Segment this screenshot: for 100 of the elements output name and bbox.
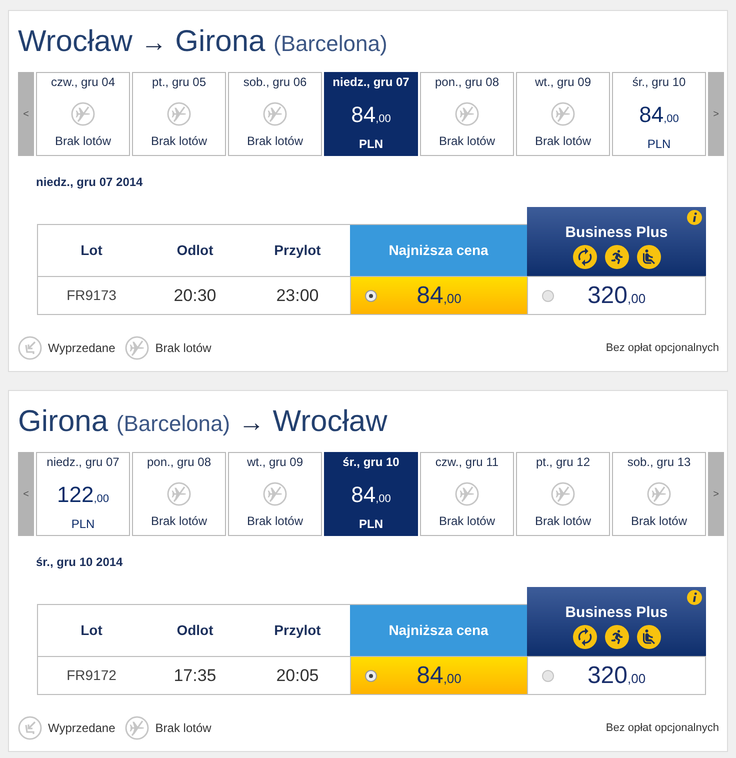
crossed-plane-icon <box>125 336 150 360</box>
fare-price: 320,00 <box>587 284 646 308</box>
fare-price: 84,00 <box>416 284 462 308</box>
column-header: Lot <box>37 604 145 656</box>
next-dates-button[interactable]: > <box>708 452 724 536</box>
no-flights-label: Brak lotów <box>630 514 688 528</box>
arrival-time-cell-text: 23:00 <box>275 284 320 307</box>
legend-label: Wyprzedane <box>48 340 116 357</box>
seated-person-icon <box>636 245 660 269</box>
currency-label: PLN <box>71 517 95 531</box>
fare-header: Najniższa cena <box>350 604 527 656</box>
crossed-plane-icon <box>125 716 150 740</box>
flight-number-cell-text: FR9172 <box>66 666 118 685</box>
currency-label: PLN <box>359 137 383 151</box>
no-flights-label: Brak lotów <box>438 514 496 528</box>
no-flights-label: Brak lotów <box>150 514 208 528</box>
previous-dates-button[interactable]: < <box>18 452 34 536</box>
date-label: wt., gru 09 <box>534 74 592 90</box>
no-flights-label: Brak lotów <box>246 134 304 148</box>
price-label: 84,00 <box>351 489 391 506</box>
running-person-icon <box>604 245 628 269</box>
crossed-plane-icon <box>647 482 671 506</box>
fare-option[interactable]: 84,00 <box>350 657 527 694</box>
date-label: sob., gru 06 <box>243 74 307 90</box>
date-card[interactable]: czw., gru 11 Brak lotów <box>420 452 514 536</box>
date-card[interactable]: wt., gru 09 Brak lotów <box>228 452 322 536</box>
no-flights-label: Brak lotów <box>246 514 304 528</box>
legend-label: Brak lotów <box>155 720 212 737</box>
fare-price: 320,00 <box>587 664 646 688</box>
fare-name-label: Business Plus <box>565 604 668 622</box>
fees-note: Bez opłat opcjonalnych <box>606 720 719 736</box>
column-header: Lot <box>37 224 145 276</box>
date-label: pt., gru 12 <box>536 454 590 470</box>
radio-button[interactable] <box>542 670 554 682</box>
crossed-plane-icon <box>551 482 575 506</box>
rotating-arrows-icon <box>572 245 596 269</box>
crossed-plane-icon <box>167 482 191 506</box>
date-card[interactable]: sob., gru 06 Brak lotów <box>228 72 322 156</box>
previous-dates-button[interactable]: < <box>18 72 34 156</box>
radio-button[interactable] <box>365 290 377 302</box>
route-title: Girona (Barcelona) → Wrocław <box>18 404 388 440</box>
fare-header: Najniższa cena <box>350 224 527 276</box>
date-card[interactable]: wt., gru 09 Brak lotów <box>516 72 610 156</box>
fare-price: 84,00 <box>416 664 462 688</box>
crossed-plane-icon <box>263 102 287 126</box>
radio-button[interactable] <box>365 670 377 682</box>
crossed-plane-icon <box>167 102 191 126</box>
legend-label: Brak lotów <box>155 340 212 357</box>
date-label: niedz., gru 07 <box>332 74 410 90</box>
departure-time-cell-text: 17:35 <box>172 664 218 687</box>
date-card[interactable]: śr., gru 10 84,00 PLN <box>612 72 706 156</box>
date-card[interactable]: pon., gru 08 Brak lotów <box>132 452 226 536</box>
running-person-icon <box>604 625 628 649</box>
radio-button[interactable] <box>542 290 554 302</box>
date-card[interactable]: niedz., gru 07 84,00 PLN <box>324 72 418 156</box>
info-icon[interactable] <box>687 210 702 225</box>
column-header: Odlot <box>145 604 245 656</box>
flight-number-cell-text: FR9173 <box>66 286 118 305</box>
date-card[interactable]: czw., gru 04 Brak lotów <box>36 72 130 156</box>
next-dates-button[interactable]: > <box>708 72 724 156</box>
date-card[interactable]: pon., gru 08 Brak lotów <box>420 72 514 156</box>
crossed-plane-icon <box>551 102 575 126</box>
date-card[interactable]: śr., gru 10 84,00 PLN <box>324 452 418 536</box>
date-card[interactable]: pt., gru 05 Brak lotów <box>132 72 226 156</box>
rotating-arrows-icon <box>572 625 596 649</box>
date-card[interactable]: pt., gru 12 Brak lotów <box>516 452 610 536</box>
seated-person-icon <box>636 625 660 649</box>
date-card[interactable]: sob., gru 13 Brak lotów <box>612 452 706 536</box>
no-flights-label: Brak lotów <box>150 134 208 148</box>
price-label: 84,00 <box>639 109 679 126</box>
no-flights-label: Brak lotów <box>534 134 592 148</box>
column-header: Odlot <box>145 224 245 276</box>
price-label: 84,00 <box>351 109 391 126</box>
date-label: niedz., gru 07 <box>46 454 120 470</box>
selected-date-label: niedz., gru 07 2014 <box>36 175 143 189</box>
date-label: wt., gru 09 <box>246 454 304 470</box>
selected-date-label: śr., gru 10 2014 <box>36 555 123 569</box>
crossed-plane-icon <box>263 482 287 506</box>
route-title: Wrocław → Girona (Barcelona) <box>18 24 388 60</box>
date-label: śr., gru 10 <box>342 454 400 470</box>
date-label: sob., gru 13 <box>627 454 691 470</box>
no-flights-label: Brak lotów <box>54 134 112 148</box>
fare-name-label: Business Plus <box>565 224 668 242</box>
price-label: 122,00 <box>56 489 109 506</box>
date-label: pt., gru 05 <box>152 74 206 90</box>
info-icon[interactable] <box>687 590 702 605</box>
date-label: śr., gru 10 <box>632 74 686 90</box>
date-label: pon., gru 08 <box>146 454 212 470</box>
date-card[interactable]: niedz., gru 07 122,00 PLN <box>36 452 130 536</box>
date-label: czw., gru 04 <box>50 74 116 90</box>
crossed-plane-icon <box>71 102 95 126</box>
date-label: pon., gru 08 <box>434 74 500 90</box>
date-label: czw., gru 11 <box>435 454 499 470</box>
currency-label: PLN <box>359 517 383 531</box>
fees-note: Bez opłat opcjonalnych <box>606 340 719 356</box>
crossed-plane-icon <box>455 482 479 506</box>
no-flights-label: Brak lotów <box>534 514 592 528</box>
crossed-plane-icon <box>455 102 479 126</box>
fare-option[interactable]: 84,00 <box>350 277 527 314</box>
currency-label: PLN <box>647 137 671 151</box>
